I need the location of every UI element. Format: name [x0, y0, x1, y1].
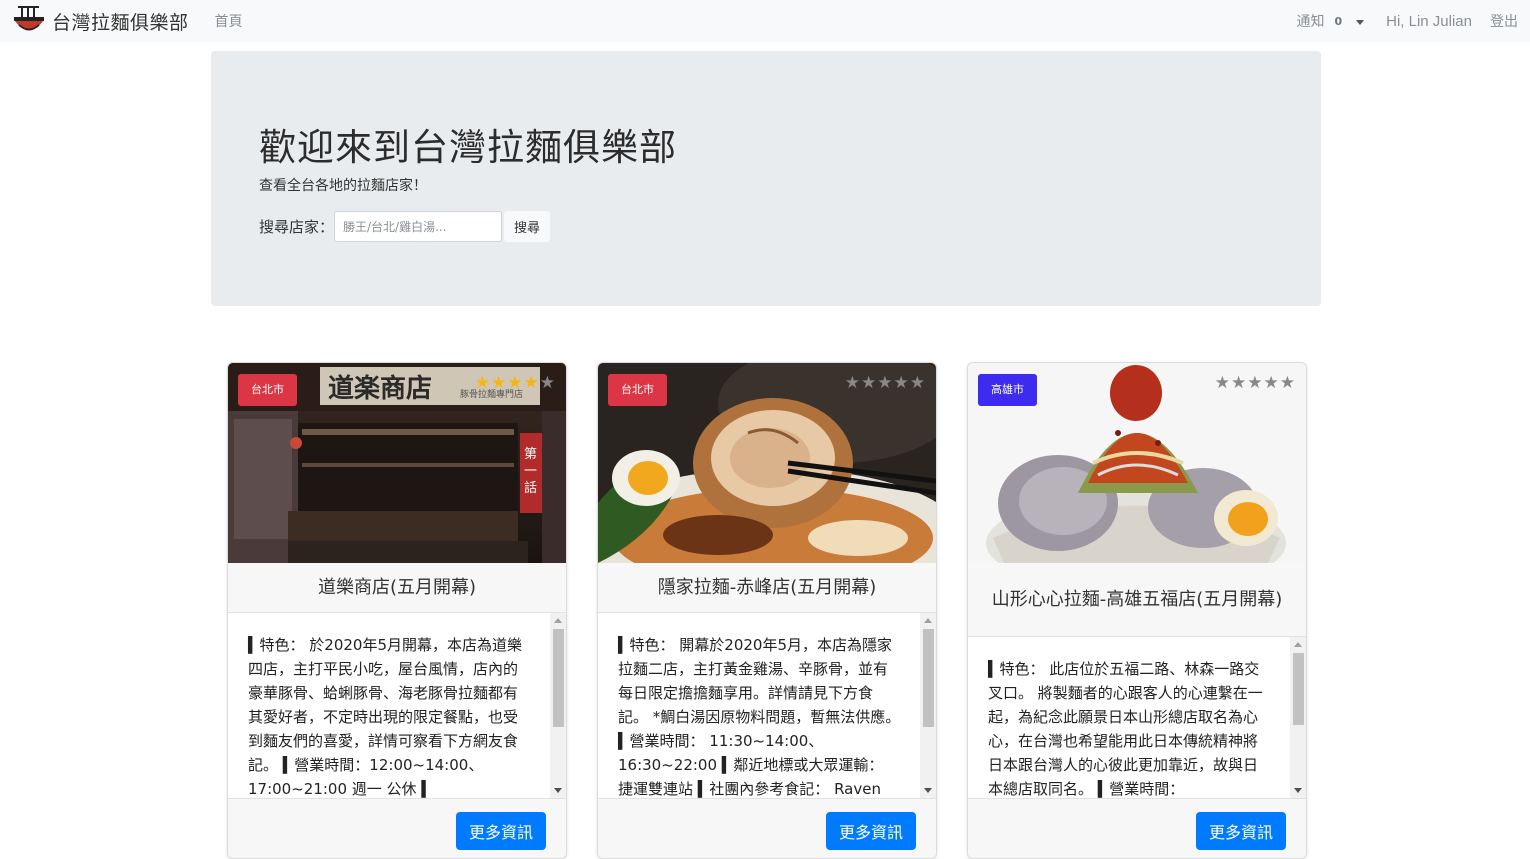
- search-label: 搜尋店家：: [259, 218, 335, 236]
- scroll-up-arrow-icon[interactable]: [1294, 642, 1302, 647]
- ramen-bowl-logo-icon: [12, 4, 46, 38]
- chevron-down-icon: [1356, 19, 1365, 25]
- scrollbar[interactable]: [1290, 637, 1306, 798]
- restaurant-description-scroll[interactable]: ▍特色： 此店位於五福二路、林森一路交叉口。 將製麵者的心跟客人的心連繫在一起，…: [968, 637, 1306, 798]
- more-info-button[interactable]: 更多資訊: [456, 812, 546, 850]
- rating-stars-icon: ★★★★★: [474, 373, 556, 393]
- svg-text:道楽商店: 道楽商店: [328, 373, 432, 404]
- restaurant-description-scroll[interactable]: ▍特色： 於2020年5月開幕，本店為道樂四店，主打平民小吃，屋台風情，店內的豪…: [228, 613, 566, 798]
- restaurant-name: 隱家拉麵-赤峰店(五月開幕): [598, 563, 936, 613]
- hero-title: 歡迎來到台灣拉麵俱樂部: [259, 126, 677, 169]
- svg-text:話: 話: [524, 480, 537, 496]
- rating-stars-icon: ★★★★★: [1214, 373, 1296, 393]
- restaurant-description: ▍特色： 於2020年5月開幕，本店為道樂四店，主打平民小吃，屋台風情，店內的豪…: [248, 636, 523, 798]
- svg-text:一: 一: [524, 464, 537, 479]
- search-input[interactable]: [334, 211, 503, 242]
- card-footer: 更多資訊: [228, 798, 566, 858]
- brand-name: 台灣拉麵俱樂部: [52, 11, 189, 34]
- restaurant-name: 道樂商店(五月開幕): [228, 563, 566, 613]
- scroll-down-arrow-icon[interactable]: [554, 788, 562, 793]
- scrollbar[interactable]: [920, 613, 936, 798]
- scroll-up-arrow-icon[interactable]: [554, 618, 562, 623]
- scroll-thumb[interactable]: [923, 629, 934, 727]
- restaurant-name: 山形心心拉麵-高雄五福店(五月開幕): [968, 563, 1306, 637]
- rating-stars-icon: ★★★★★: [844, 373, 926, 393]
- logout-link[interactable]: 登出: [1490, 11, 1518, 31]
- hero-jumbotron: 歡迎來到台灣拉麵俱樂部 查看全台各地的拉麵店家！ 搜尋店家： 搜尋: [211, 51, 1321, 306]
- notification-count-badge: 0: [1334, 14, 1343, 28]
- more-info-button[interactable]: 更多資訊: [1196, 812, 1286, 850]
- nav-link-home[interactable]: 首頁: [215, 11, 243, 31]
- city-badge: 台北市: [608, 374, 667, 406]
- scroll-down-arrow-icon[interactable]: [924, 788, 932, 793]
- scroll-down-arrow-icon[interactable]: [1294, 788, 1302, 793]
- restaurant-description: ▍特色： 開幕於2020年5月，本店為隱家拉麵二店，主打黃金雞湯、辛豚骨，並有每…: [618, 636, 901, 798]
- restaurant-card: 高雄市 ★★★★★ 山形心心拉麵-高雄五福店(五月開幕) ▍特色： 此店位於五福…: [967, 362, 1307, 859]
- svg-text:第: 第: [524, 447, 537, 462]
- hero-subtitle: 查看全台各地的拉麵店家！: [259, 178, 427, 194]
- restaurant-card: 道楽商店 豚骨拉麵專門店 第 一 話 台北市 ★★★★★ 道樂商店(五月開幕) …: [227, 362, 567, 859]
- city-badge: 高雄市: [978, 374, 1037, 406]
- scroll-thumb[interactable]: [553, 629, 564, 727]
- navbar-right: 通知 0 Hi, Lin Julian 登出: [1296, 0, 1518, 42]
- more-info-button[interactable]: 更多資訊: [826, 812, 916, 850]
- city-badge: 台北市: [238, 374, 297, 406]
- scrollbar[interactable]: [550, 613, 566, 798]
- top-navbar: 台灣拉麵俱樂部 首頁 通知 0 Hi, Lin Julian 登出: [0, 0, 1530, 42]
- notification-dropdown[interactable]: 通知 0: [1296, 11, 1365, 31]
- card-footer: 更多資訊: [968, 798, 1306, 858]
- brand-link[interactable]: 台灣拉麵俱樂部: [12, 4, 189, 38]
- scroll-up-arrow-icon[interactable]: [924, 618, 932, 623]
- scroll-thumb[interactable]: [1293, 653, 1304, 725]
- card-footer: 更多資訊: [598, 798, 936, 858]
- search-form: 搜尋店家： 搜尋: [259, 211, 551, 242]
- user-greeting[interactable]: Hi, Lin Julian: [1386, 13, 1472, 30]
- notification-label: 通知: [1296, 14, 1325, 30]
- search-button[interactable]: 搜尋: [504, 211, 551, 242]
- restaurant-description-scroll[interactable]: ▍特色： 開幕於2020年5月，本店為隱家拉麵二店，主打黃金雞湯、辛豚骨，並有每…: [598, 613, 936, 798]
- restaurant-description: ▍特色： 此店位於五福二路、林森一路交叉口。 將製麵者的心跟客人的心連繫在一起，…: [988, 660, 1263, 798]
- restaurant-card: 台北市 ★★★★★ 隱家拉麵-赤峰店(五月開幕) ▍特色： 開幕於2020年5月…: [597, 362, 937, 859]
